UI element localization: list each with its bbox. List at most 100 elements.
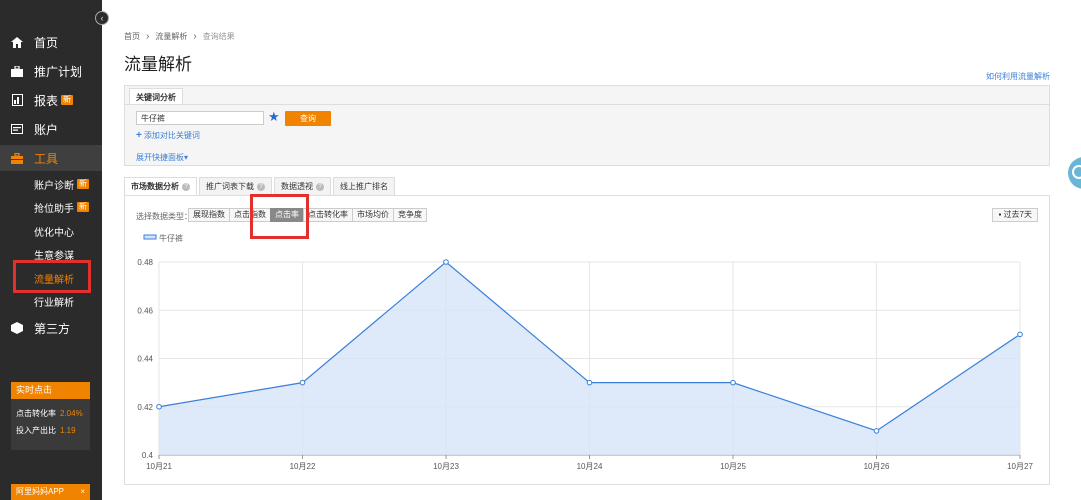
tab-label: 市场数据分析	[131, 182, 179, 191]
subnav-account-diagnosis[interactable]: 账户诊断 新	[0, 173, 102, 195]
tab-online-ranking[interactable]: 线上推广排名	[333, 177, 395, 195]
sidebar-item-report[interactable]: 报表 新	[0, 87, 102, 113]
breadcrumb-section[interactable]: 流量解析	[155, 31, 187, 42]
period-select-button[interactable]: ▪ 过去7天	[992, 208, 1038, 222]
data-point	[586, 379, 593, 386]
tab-label: 数据透视	[281, 182, 313, 191]
legend-label: 牛仔裤	[159, 233, 183, 243]
sidebar-item-label: 第三方	[34, 321, 71, 336]
tab-keyword-analysis[interactable]: 关键词分析	[129, 88, 183, 105]
data-point	[730, 379, 736, 386]
data-type-conversion-rate[interactable]: 点击转化率	[303, 208, 353, 222]
query-button[interactable]: 查询	[285, 111, 331, 126]
home-icon	[10, 36, 24, 48]
add-compare-keyword-link[interactable]: + 添加对比关键词	[136, 130, 200, 141]
x-tick-label: 10月23	[433, 462, 459, 471]
subnav-bid-assistant[interactable]: 抢位助手 新	[0, 196, 102, 218]
traffic-area-chart: 牛仔裤 0.4 0.42 0.44 0.46 0.48 10月21 10月22 10月23 10月…	[137, 233, 1033, 471]
app-download-bar[interactable]: 阿里妈妈APP ×	[11, 484, 90, 500]
data-type-competition[interactable]: 竞争度	[393, 208, 427, 222]
help-icon[interactable]: ?	[182, 182, 190, 191]
tab-label: 线上推广排名	[340, 182, 388, 191]
ctr-label: 点击转化率	[16, 409, 56, 418]
subnav-industry-analysis[interactable]: 行业解析	[0, 290, 102, 312]
x-tick-label: 10月27	[1007, 462, 1033, 471]
analysis-tabs: 市场数据分析? 推广词表下载? 数据透视? 线上推广排名	[124, 177, 397, 195]
page-title: 流量解析	[124, 55, 192, 74]
annotation-highlight-sidebar	[13, 260, 91, 293]
sidebar-item-home[interactable]: 首页	[0, 29, 102, 55]
y-tick-label: 0.48	[137, 258, 153, 267]
sidebar-item-campaign[interactable]: 推广计划	[0, 58, 102, 84]
help-icon[interactable]: ?	[316, 182, 324, 191]
x-tick-label: 10月22	[290, 462, 316, 471]
breadcrumb-current: 查询结果	[202, 32, 235, 41]
briefcase-icon	[10, 65, 24, 77]
subnav-optimization-center[interactable]: 优化中心	[0, 220, 102, 242]
star-icon[interactable]: ★	[268, 109, 280, 125]
data-point	[443, 259, 449, 265]
x-tick-label: 10月24	[577, 462, 603, 471]
period-label: 过去7天	[1003, 210, 1032, 219]
help-icon[interactable]: ?	[257, 182, 265, 191]
x-tick-label: 10月26	[864, 462, 890, 471]
sidebar-item-label: 首页	[34, 35, 59, 50]
sidebar-item-account[interactable]: 账户	[0, 116, 102, 142]
account-icon	[10, 123, 24, 135]
data-point	[873, 428, 880, 434]
legend-swatch	[143, 234, 157, 240]
expand-quick-panel-link[interactable]: 展开快捷面板▾	[136, 152, 188, 163]
query-button-label: 查询	[300, 114, 316, 123]
help-link[interactable]: 如何利用流量解析	[986, 71, 1050, 82]
y-tick-label: 0.42	[137, 403, 153, 412]
sidebar: 首页 推广计划 报表 新 账户 工具 账户诊断 新 抢位助手 新 优化中心 生意…	[0, 0, 102, 500]
roi-value: 1.19	[60, 426, 76, 435]
keyword-panel: 关键词分析 ★ 查询 +添加对比关键词 展开快捷面板▾	[124, 85, 1050, 166]
sidebar-item-label: 报表	[34, 93, 59, 108]
toolbox-icon	[10, 152, 24, 164]
breadcrumb-home[interactable]: 首页	[124, 31, 140, 42]
breadcrumb-separator: ›	[193, 31, 197, 42]
subnav-label: 优化中心	[34, 227, 74, 239]
y-tick-label: 0.44	[137, 355, 153, 364]
report-icon	[10, 94, 24, 106]
data-point	[156, 403, 162, 410]
tab-data-pivot[interactable]: 数据透视?	[274, 177, 331, 195]
side-float-widget[interactable]	[1068, 157, 1081, 189]
x-tick-label: 10月21	[146, 462, 172, 471]
tab-keyword-download[interactable]: 推广词表下载?	[199, 177, 272, 195]
x-tick-label: 10月25	[720, 462, 746, 471]
data-type-label: 选择数据类型：	[136, 212, 192, 221]
close-icon[interactable]: ×	[80, 484, 85, 500]
calendar-icon: ▪	[998, 210, 1002, 219]
subnav-label: 账户诊断	[34, 180, 74, 192]
ctr-value: 2.04%	[60, 409, 83, 418]
collapse-sidebar-button[interactable]: ‹	[95, 11, 109, 25]
subnav-label: 行业解析	[34, 297, 74, 309]
tab-label: 推广词表下载	[206, 182, 254, 191]
divider	[125, 104, 1049, 105]
data-point	[299, 379, 306, 386]
cube-icon	[10, 322, 24, 334]
sidebar-item-label: 工具	[34, 151, 59, 166]
widget-icon	[1072, 165, 1081, 179]
sidebar-item-label: 推广计划	[34, 64, 83, 79]
breadcrumb: 首页 › 流量解析 › 查询结果	[124, 31, 235, 42]
y-tick-label: 0.4	[142, 451, 154, 460]
new-badge: 新	[77, 179, 89, 189]
roi-label: 投入产出比	[16, 426, 56, 435]
sidebar-item-tools[interactable]: 工具	[0, 145, 102, 171]
sidebar-item-label: 账户	[34, 122, 59, 137]
tab-market-data[interactable]: 市场数据分析?	[124, 177, 197, 195]
realtime-title: 实时点击	[11, 382, 90, 399]
data-type-impression-index[interactable]: 展现指数	[188, 208, 230, 222]
ctr-row: 点击转化率 2.04%	[11, 408, 90, 419]
data-type-avg-price[interactable]: 市场均价	[352, 208, 394, 222]
keyword-input[interactable]	[136, 111, 264, 125]
realtime-panel: 实时点击 点击转化率 2.04% 投入产出比 1.19	[11, 382, 90, 450]
subnav-label: 抢位助手	[34, 203, 74, 215]
app-bar-label: 阿里妈妈APP	[16, 487, 65, 496]
sidebar-item-third-party[interactable]: 第三方	[0, 315, 102, 341]
add-compare-label: 添加对比关键词	[143, 131, 200, 140]
roi-row: 投入产出比 1.19	[11, 425, 90, 436]
